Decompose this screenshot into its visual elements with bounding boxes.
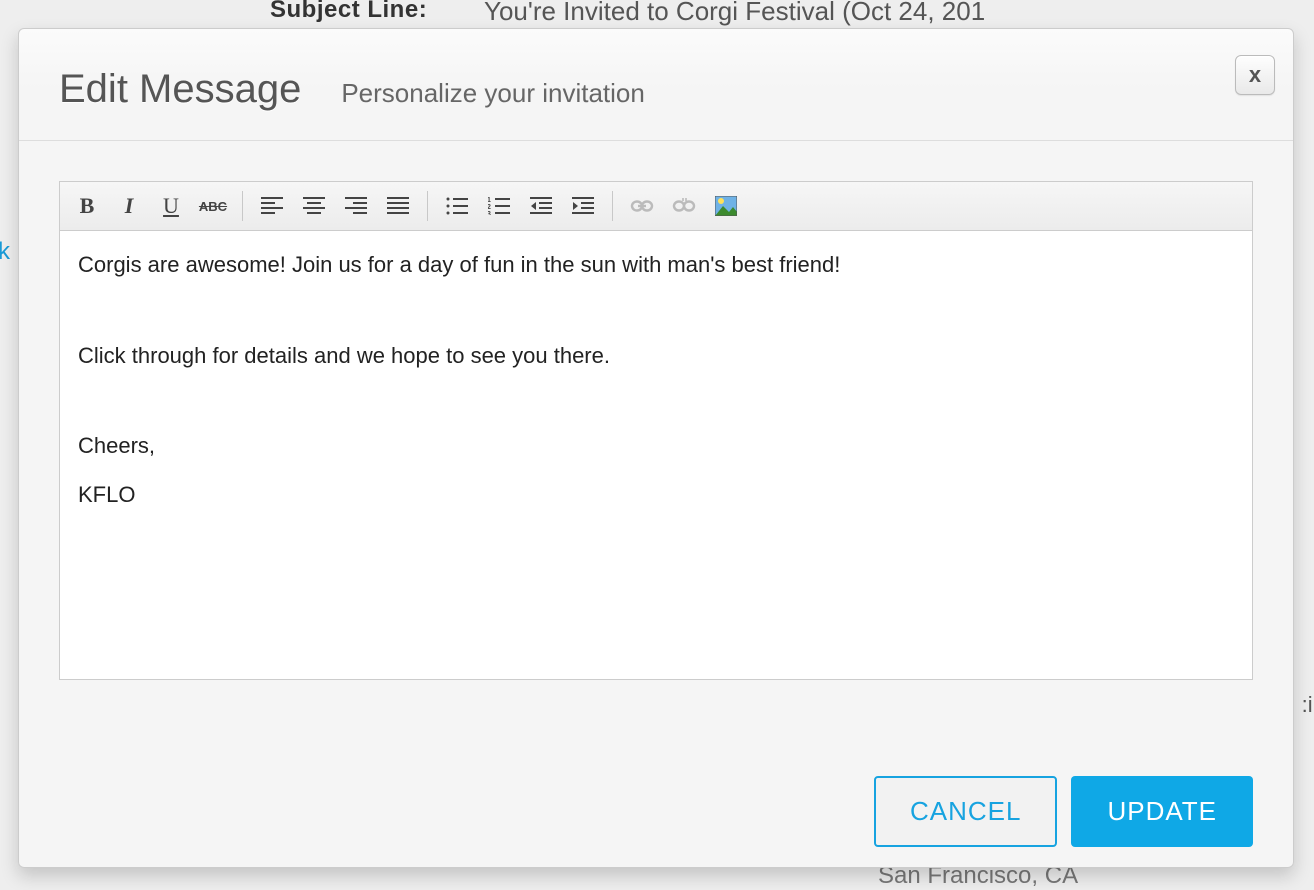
- edit-message-modal: x Edit Message Personalize your invitati…: [18, 28, 1294, 868]
- update-button[interactable]: UPDATE: [1071, 776, 1253, 847]
- strikethrough-button[interactable]: ABC: [192, 186, 234, 226]
- modal-footer: CANCEL UPDATE: [874, 776, 1253, 847]
- underline-icon: U: [163, 193, 179, 219]
- align-justify-icon: [387, 197, 409, 215]
- insert-link-button[interactable]: [621, 186, 663, 226]
- numbered-list-button[interactable]: 123: [478, 186, 520, 226]
- align-justify-button[interactable]: [377, 186, 419, 226]
- toolbar-separator: [612, 191, 613, 221]
- align-center-button[interactable]: [293, 186, 335, 226]
- background-subject-value: You're Invited to Corgi Festival (Oct 24…: [484, 0, 985, 27]
- background-sidebar-link-fragment: k: [0, 238, 10, 266]
- outdent-icon: [530, 197, 552, 215]
- editor-toolbar: B I U ABC: [60, 182, 1252, 231]
- bold-button[interactable]: B: [66, 186, 108, 226]
- strikethrough-icon: ABC: [199, 199, 227, 214]
- modal-header: Edit Message Personalize your invitation: [19, 29, 1293, 141]
- indent-button[interactable]: [562, 186, 604, 226]
- modal-title: Edit Message: [59, 67, 301, 112]
- underline-button[interactable]: U: [150, 186, 192, 226]
- bullet-list-icon: [446, 197, 468, 215]
- close-button[interactable]: x: [1235, 55, 1275, 95]
- outdent-button[interactable]: [520, 186, 562, 226]
- numbered-list-icon: 123: [488, 197, 510, 215]
- align-left-icon: [261, 197, 283, 215]
- bold-icon: B: [80, 193, 95, 219]
- unlink-icon: [672, 198, 696, 214]
- link-icon: [630, 199, 654, 213]
- cancel-button[interactable]: CANCEL: [874, 776, 1057, 847]
- background-right-text-fragment: :ir: [1302, 692, 1314, 718]
- image-icon: [715, 196, 737, 216]
- align-right-button[interactable]: [335, 186, 377, 226]
- svg-text:1: 1: [488, 197, 491, 204]
- remove-link-button[interactable]: [663, 186, 705, 226]
- modal-subtitle: Personalize your invitation: [341, 78, 645, 109]
- svg-text:3: 3: [488, 211, 491, 215]
- insert-image-button[interactable]: [705, 186, 747, 226]
- message-body-input[interactable]: Corgis are awesome! Join us for a day of…: [60, 231, 1252, 679]
- align-left-button[interactable]: [251, 186, 293, 226]
- toolbar-separator: [427, 191, 428, 221]
- align-center-icon: [303, 197, 325, 215]
- close-icon: x: [1249, 62, 1261, 88]
- toolbar-separator: [242, 191, 243, 221]
- background-subject-label: Subject Line:: [270, 0, 427, 24]
- align-right-icon: [345, 197, 367, 215]
- rich-text-editor: B I U ABC: [59, 181, 1253, 680]
- italic-icon: I: [125, 193, 134, 219]
- italic-button[interactable]: I: [108, 186, 150, 226]
- indent-icon: [572, 197, 594, 215]
- bullet-list-button[interactable]: [436, 186, 478, 226]
- svg-text:2: 2: [488, 204, 491, 211]
